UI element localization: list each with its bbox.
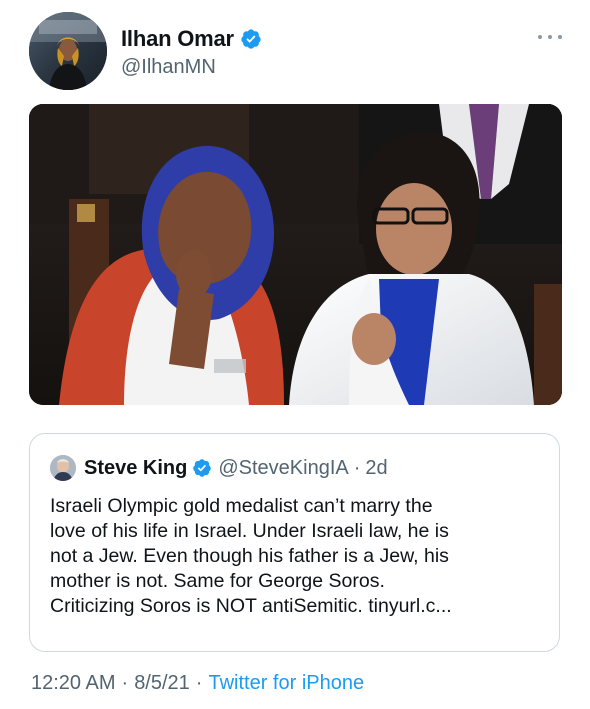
verified-badge-icon bbox=[240, 28, 262, 50]
tweet-metadata: 12:20 AM · 8/5/21 · Twitter for iPhone bbox=[31, 672, 364, 695]
quoted-text-line: not a Jew. Even though his father is a J… bbox=[50, 545, 449, 567]
quoted-tweet-text: Israeli Olympic gold medalist can’t marr… bbox=[50, 494, 545, 619]
metadata-separator: · bbox=[195, 672, 203, 694]
quoted-text-line: Criticizing Soros is NOT antiSemitic. ti… bbox=[50, 595, 452, 617]
quoted-author-avatar[interactable] bbox=[50, 455, 76, 481]
more-dot bbox=[538, 35, 542, 39]
more-dot bbox=[558, 35, 562, 39]
more-dot bbox=[548, 35, 552, 39]
quoted-tweet-header: Steve King @SteveKingIA · 2d bbox=[50, 454, 388, 482]
quoted-separator: · bbox=[353, 456, 361, 479]
tweet-source-link[interactable]: Twitter for iPhone bbox=[208, 672, 364, 695]
quoted-text-line: Israeli Olympic gold medalist can’t marr… bbox=[50, 495, 433, 517]
avatar-image bbox=[29, 12, 107, 90]
tweet-photo[interactable] bbox=[29, 104, 562, 405]
metadata-separator: · bbox=[121, 672, 129, 694]
author-avatar[interactable] bbox=[29, 12, 107, 90]
tweet-time[interactable]: 12:20 AM bbox=[31, 672, 116, 695]
quoted-author-name[interactable]: Steve King bbox=[84, 457, 187, 480]
quoted-author-handle[interactable]: @SteveKingIA bbox=[218, 457, 348, 480]
author-handle[interactable]: @IlhanMN bbox=[121, 56, 216, 79]
tweet: Ilhan Omar @IlhanMN Steve King @SteveKin… bbox=[0, 0, 590, 709]
quoted-tweet-card[interactable]: Steve King @SteveKingIA · 2d Israeli Oly… bbox=[29, 433, 560, 652]
tweet-date[interactable]: 8/5/21 bbox=[134, 672, 190, 695]
quoted-text-line: mother is not. Same for George Soros. bbox=[50, 570, 385, 592]
photo-image bbox=[29, 104, 562, 405]
more-horizontal-icon[interactable] bbox=[538, 32, 562, 42]
author-name-row[interactable]: Ilhan Omar bbox=[121, 24, 262, 54]
author-name[interactable]: Ilhan Omar bbox=[121, 26, 234, 52]
quoted-text-line: love of his life in Israel. Under Israel… bbox=[50, 520, 449, 542]
quoted-timestamp[interactable]: 2d bbox=[365, 457, 387, 480]
verified-badge-icon bbox=[192, 458, 212, 478]
